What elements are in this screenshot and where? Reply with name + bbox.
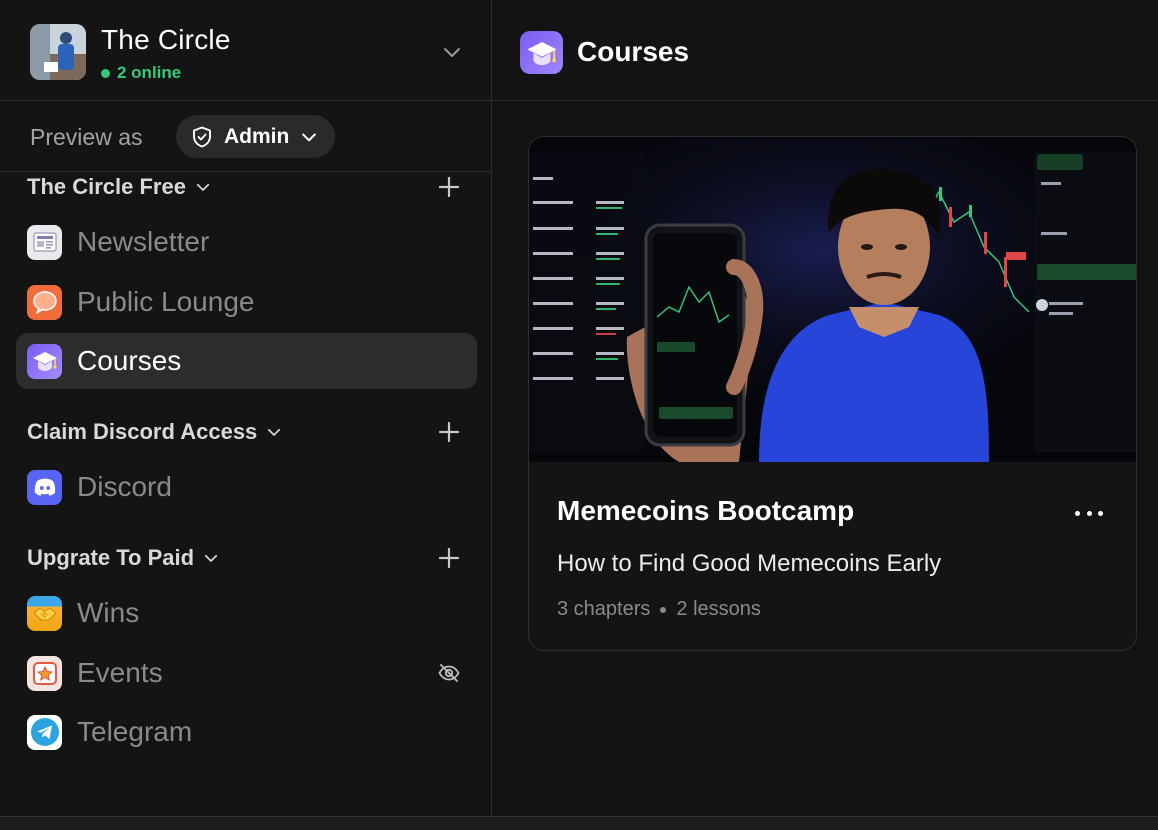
sidebar-item-label: Telegram — [77, 716, 193, 747]
sidebar: The Circle 2 online Preview as Admin The… — [0, 0, 492, 816]
workspace-name: The Circle — [101, 24, 231, 55]
chevron-down-icon[interactable] — [440, 40, 464, 64]
sidebar-item-wins[interactable]: Wins — [16, 585, 477, 641]
online-dot-icon — [101, 68, 110, 78]
page-header: Courses — [492, 0, 1158, 101]
online-status: 2 online — [101, 63, 181, 83]
sidebar-item-events[interactable]: Events — [16, 645, 477, 701]
chapters-count: 3 chapters — [557, 598, 651, 620]
shield-check-icon — [193, 126, 211, 147]
sidebar-item-label: Newsletter — [77, 226, 210, 257]
sidebar-item-label: Public Lounge — [77, 286, 255, 317]
course-cover-image — [529, 137, 1136, 462]
chevron-down-icon — [204, 554, 218, 562]
section-title: Claim Discord Access — [27, 419, 258, 444]
section-title: Upgrate To Paid — [27, 545, 195, 570]
section-header-upgrate-to-paid[interactable]: Upgrate To Paid — [27, 543, 220, 573]
sidebar-item-newsletter[interactable]: Newsletter — [16, 214, 477, 270]
course-meta: 3 chapters 2 lessons — [557, 598, 761, 621]
sidebar-item-label: Courses — [77, 345, 182, 376]
preview-as-row: Preview as Admin — [0, 101, 491, 172]
chevron-down-icon — [302, 133, 317, 141]
sidebar-item-public-lounge[interactable]: Public Lounge — [16, 274, 477, 330]
sidebar-item-label: Discord — [77, 471, 172, 502]
star-calendar-icon — [27, 655, 62, 691]
sidebar-item-label: Events — [77, 657, 163, 688]
course-card[interactable]: Memecoins Bootcamp How to Find Good Meme… — [528, 136, 1137, 651]
more-options-icon[interactable] — [1075, 503, 1103, 523]
sidebar-item-courses[interactable]: Courses — [16, 333, 477, 389]
page-title: Courses — [577, 36, 690, 67]
section-title: The Circle Free — [27, 174, 186, 199]
separator-dot — [660, 606, 667, 613]
add-space-icon[interactable] — [437, 546, 461, 570]
workspace-header[interactable]: The Circle 2 online — [0, 0, 491, 101]
eye-off-icon[interactable] — [437, 661, 461, 685]
discord-icon — [27, 469, 62, 505]
add-space-icon[interactable] — [437, 420, 461, 444]
graduation-cap-icon — [27, 343, 62, 379]
add-space-icon[interactable] — [437, 175, 461, 199]
graduation-cap-icon — [520, 31, 563, 74]
telegram-icon — [27, 714, 62, 750]
lessons-count: 2 lessons — [676, 598, 761, 620]
section-header-the-circle-free[interactable]: The Circle Free — [27, 172, 212, 202]
course-subtitle: How to Find Good Memecoins Early — [557, 550, 942, 577]
handshake-icon — [27, 595, 62, 631]
main-content: Courses Memecoins Bootcamp How to Find G… — [492, 0, 1158, 816]
workspace-avatar — [30, 24, 86, 80]
preview-as-label: Preview as — [30, 124, 143, 150]
chevron-down-icon — [268, 428, 281, 436]
newspaper-icon — [27, 224, 62, 260]
sidebar-item-label: Wins — [77, 597, 140, 628]
role-label: Admin — [224, 124, 290, 148]
sidebar-item-discord[interactable]: Discord — [16, 459, 477, 515]
online-count: 2 online — [117, 63, 182, 82]
sidebar-item-telegram[interactable]: Telegram — [16, 704, 477, 760]
chat-bubble-icon — [27, 284, 62, 320]
os-taskbar — [0, 816, 1158, 830]
chevron-down-icon — [196, 183, 210, 191]
section-header-claim-discord-access[interactable]: Claim Discord Access — [27, 417, 283, 447]
course-title: Memecoins Bootcamp — [557, 495, 855, 526]
role-selector-button[interactable]: Admin — [176, 115, 335, 158]
